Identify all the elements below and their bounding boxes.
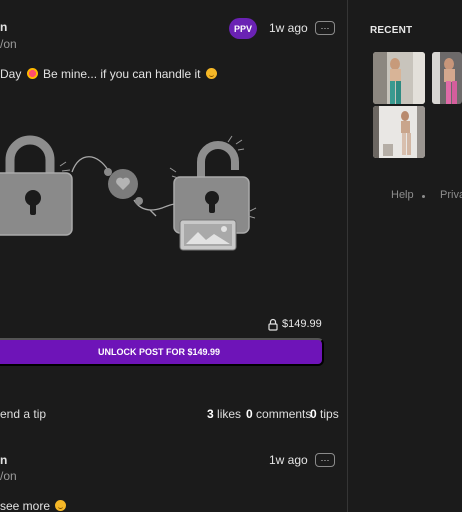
heart-eyes-emoji-icon — [26, 68, 38, 79]
feed: n /on PPV 1w ago ··· Day Be mine... if y… — [0, 0, 347, 512]
ellipsis-icon: ··· — [320, 23, 330, 33]
locked-media-illustration[interactable] — [0, 98, 335, 308]
post-text[interactable]: see more — [0, 499, 68, 512]
recent-thumbnail[interactable] — [432, 52, 462, 104]
post-text: Day Be mine... if you can handle it — [0, 67, 219, 81]
wink-emoji-icon — [205, 68, 217, 79]
ppv-badge: PPV — [229, 18, 257, 39]
author-handle[interactable]: /on — [0, 37, 17, 51]
wink-emoji-icon — [55, 500, 67, 511]
comments-label: comments — [256, 407, 312, 421]
tips-count[interactable]: 0 tips — [310, 407, 339, 421]
post-price: $149.99 — [282, 318, 322, 330]
image-icon — [179, 219, 237, 251]
post-text-part-a: Day — [0, 67, 22, 81]
post-options-button[interactable]: ··· — [315, 21, 335, 35]
likes-label: likes — [217, 407, 242, 421]
post-options-button[interactable]: ··· — [315, 453, 335, 467]
author-handle[interactable]: /on — [0, 469, 17, 483]
padlock-left-icon — [0, 135, 73, 236]
likes-number: 3 — [207, 407, 214, 421]
unlock-post-button[interactable]: UNLOCK POST FOR $149.99 — [0, 338, 324, 366]
recent-thumbnail[interactable] — [373, 52, 425, 104]
tips-label: tips — [320, 407, 339, 421]
help-link[interactable]: Help — [391, 189, 414, 201]
see-more-link[interactable]: see more — [0, 499, 50, 512]
comments-number: 0 — [246, 407, 253, 421]
tips-number: 0 — [310, 407, 317, 421]
post-text-part-b: Be mine... if you can handle it — [43, 67, 201, 81]
recent-thumbnail[interactable] — [373, 106, 425, 158]
recent-title: RECENT — [370, 25, 413, 36]
author-name[interactable]: n — [0, 20, 7, 34]
comments-count[interactable]: 0 comments — [246, 407, 311, 421]
padlock-icon — [268, 318, 278, 331]
likes-count[interactable]: 3 likes — [207, 407, 241, 421]
privacy-link[interactable]: Priva — [440, 189, 462, 201]
post-time[interactable]: 1w ago — [269, 453, 308, 467]
ellipsis-icon: ··· — [320, 455, 330, 465]
author-name[interactable]: n — [0, 453, 7, 467]
padlock-right-icon — [169, 135, 257, 234]
send-tip-button[interactable]: end a tip — [0, 407, 46, 421]
post-time[interactable]: 1w ago — [269, 21, 308, 35]
footer-separator — [422, 195, 425, 198]
